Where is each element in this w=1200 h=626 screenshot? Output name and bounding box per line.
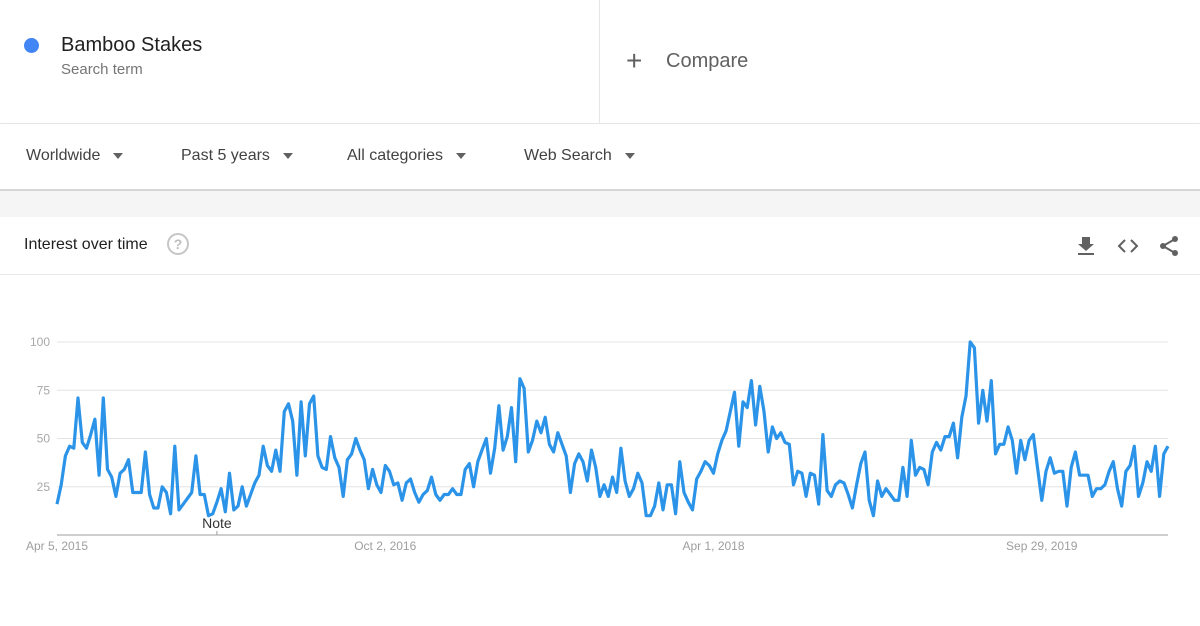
code-icon[interactable] bbox=[1116, 234, 1140, 258]
x-tick-label: Apr 5, 2015 bbox=[26, 539, 88, 553]
term-color-dot-icon bbox=[24, 38, 39, 53]
filter-bar: Worldwide Past 5 years All categories We… bbox=[0, 124, 1200, 191]
search-term-bar: Bamboo Stakes Search term + Compare bbox=[0, 0, 1200, 124]
note-annotation[interactable]: Note bbox=[202, 515, 232, 531]
search-term-name[interactable]: Bamboo Stakes bbox=[61, 34, 202, 57]
interest-over-time-chart: 25 50 75 100 Apr 5, 2015 Oct 2, 2016 Apr 1, 2… bbox=[0, 275, 1200, 626]
x-tick-label: Oct 2, 2016 bbox=[354, 539, 416, 553]
y-tick-label: 50 bbox=[37, 432, 51, 446]
filter-label: Worldwide bbox=[26, 147, 101, 164]
filter-search-type-dropdown[interactable]: Web Search bbox=[524, 147, 635, 165]
search-term-card[interactable]: Bamboo Stakes Search term bbox=[0, 0, 600, 123]
share-icon[interactable] bbox=[1157, 234, 1181, 258]
y-tick-label: 100 bbox=[30, 335, 50, 349]
help-icon[interactable]: ? bbox=[167, 233, 189, 255]
series-line-bamboo-stakes[interactable] bbox=[55, 340, 1170, 518]
y-tick-label: 75 bbox=[37, 383, 51, 397]
card-header: Interest over time ? bbox=[0, 217, 1200, 275]
filter-category-dropdown[interactable]: All categories bbox=[347, 147, 467, 165]
search-term-subtitle: Search term bbox=[61, 61, 143, 78]
card-title: Interest over time bbox=[24, 236, 148, 253]
download-icon[interactable] bbox=[1074, 234, 1098, 258]
section-divider bbox=[0, 191, 1200, 217]
filter-label: Past 5 years bbox=[181, 147, 270, 164]
caret-down-icon bbox=[624, 153, 635, 159]
x-tick-label: Apr 1, 2018 bbox=[682, 539, 744, 553]
caret-down-icon bbox=[282, 153, 293, 159]
caret-down-icon bbox=[456, 153, 467, 159]
caret-down-icon bbox=[113, 153, 124, 159]
line-chart: 25 50 75 100 Apr 5, 2015 Oct 2, 2016 Apr 1, 2… bbox=[26, 335, 1170, 553]
filter-label: All categories bbox=[347, 147, 444, 164]
compare-button[interactable]: + Compare bbox=[626, 46, 748, 76]
plus-icon: + bbox=[626, 45, 643, 76]
compare-label: Compare bbox=[666, 49, 749, 72]
filter-label: Web Search bbox=[524, 147, 612, 164]
filter-location-dropdown[interactable]: Worldwide bbox=[26, 147, 124, 165]
x-tick-label: Sep 29, 2019 bbox=[1006, 539, 1078, 553]
filter-time-range-dropdown[interactable]: Past 5 years bbox=[181, 147, 293, 165]
y-tick-label: 25 bbox=[37, 480, 51, 494]
